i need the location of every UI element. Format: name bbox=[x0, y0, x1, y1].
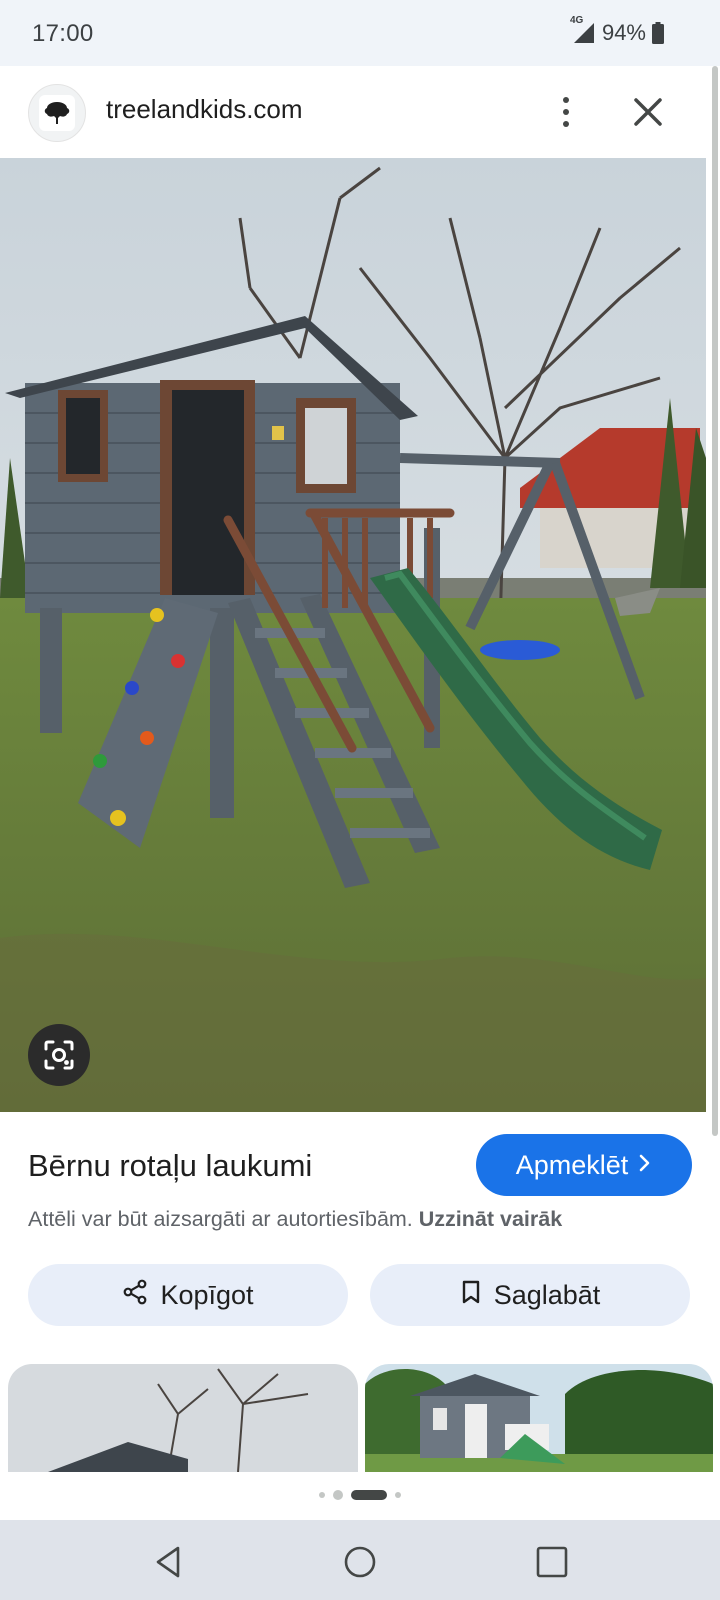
visit-label: Apmeklēt bbox=[515, 1149, 629, 1180]
related-image-2[interactable] bbox=[365, 1364, 713, 1472]
visit-button[interactable]: Apmeklēt bbox=[476, 1134, 692, 1196]
site-logo-icon bbox=[39, 95, 75, 131]
scrollbar[interactable] bbox=[712, 66, 718, 1136]
page-dot bbox=[395, 1492, 401, 1498]
status-indicators: 4G 94% bbox=[570, 15, 664, 48]
share-button[interactable]: Kopīgot bbox=[28, 1264, 348, 1326]
recents-icon[interactable] bbox=[530, 1540, 574, 1584]
home-icon[interactable] bbox=[338, 1540, 382, 1584]
site-header: treelandkids.com bbox=[0, 66, 720, 158]
battery-percent: 94% bbox=[601, 20, 646, 45]
status-bar: 17:00 4G 94% bbox=[0, 0, 720, 66]
copyright-notice: Attēli var būt aizsargāti ar autortiesīb… bbox=[28, 1207, 562, 1232]
bookmark-icon bbox=[460, 1279, 482, 1312]
copyright-text: Attēli var būt aizsargāti ar autortiesīb… bbox=[28, 1207, 413, 1231]
save-button[interactable]: Saglabāt bbox=[370, 1264, 690, 1326]
page-dot-active bbox=[351, 1490, 387, 1500]
related-image-1[interactable] bbox=[8, 1364, 358, 1472]
status-time: 17:00 bbox=[32, 20, 94, 47]
page-dot bbox=[333, 1490, 343, 1500]
battery-icon bbox=[652, 22, 664, 44]
lens-icon[interactable] bbox=[28, 1024, 90, 1086]
chevron-right-icon bbox=[638, 1150, 652, 1181]
result-title: Bērnu rotaļu laukumi bbox=[28, 1148, 313, 1183]
close-icon[interactable] bbox=[626, 90, 670, 134]
more-vert-icon[interactable] bbox=[546, 88, 586, 136]
site-domain[interactable]: treelandkids.com bbox=[106, 94, 303, 125]
page-indicator bbox=[0, 1487, 720, 1503]
site-favicon[interactable] bbox=[28, 84, 86, 142]
result-image[interactable] bbox=[0, 158, 706, 1112]
page-dot bbox=[319, 1492, 325, 1498]
signal-icon: 4G bbox=[570, 15, 596, 45]
save-label: Saglabāt bbox=[493, 1279, 601, 1310]
share-icon bbox=[122, 1279, 148, 1312]
back-icon[interactable] bbox=[146, 1540, 190, 1584]
learn-more-link[interactable]: Uzzināt vairāk bbox=[419, 1207, 562, 1231]
share-label: Kopīgot bbox=[160, 1279, 254, 1310]
